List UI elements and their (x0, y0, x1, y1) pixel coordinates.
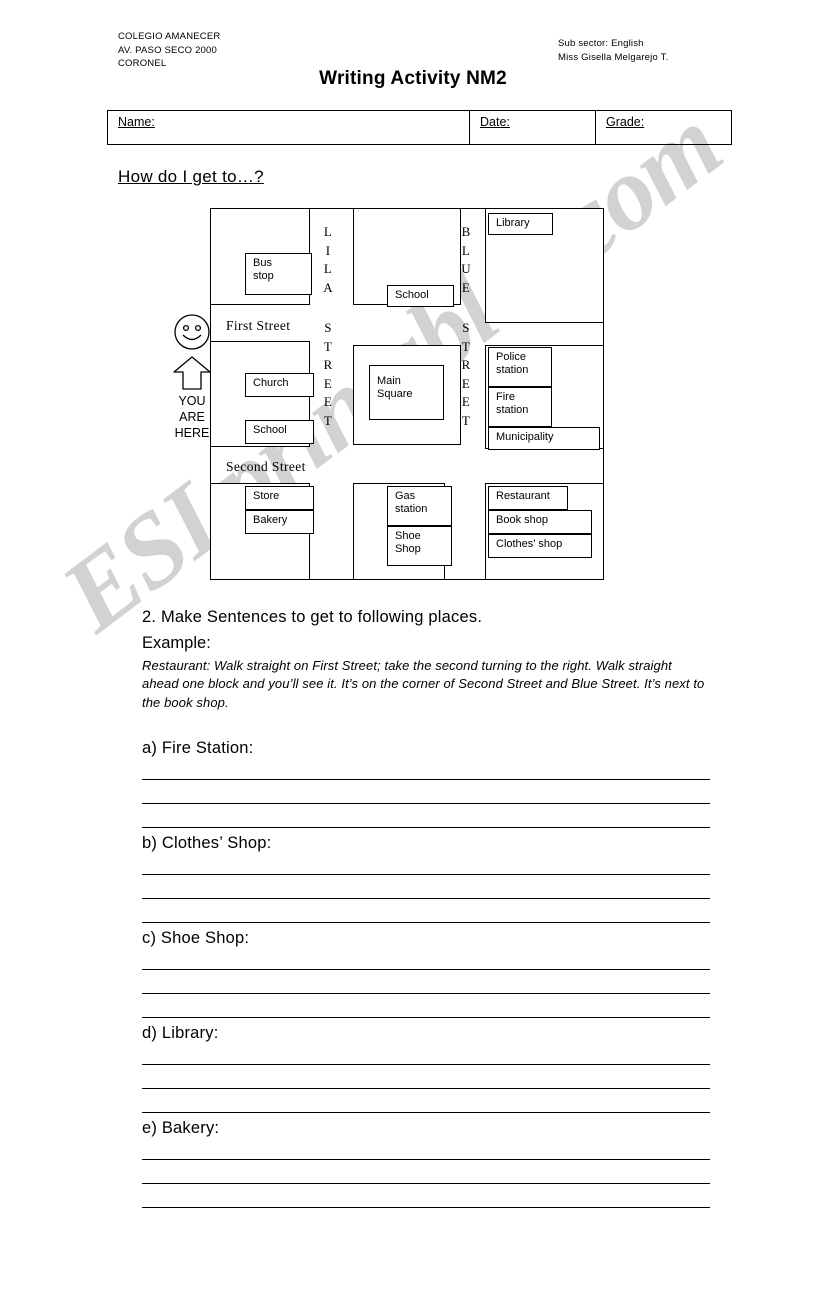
student-info-table: Name: Date: Grade: (107, 110, 732, 145)
street-blue-name: B L U E (461, 224, 471, 295)
place-bakery[interactable]: Bakery (245, 510, 314, 534)
question-label-e: e) Bakery: (142, 1119, 220, 1137)
place-clothes-shop[interactable]: Clothes’ shop (488, 534, 592, 558)
answer-line-a-2[interactable] (142, 803, 710, 804)
street-label-lila-suffix: S T R E E T (320, 319, 336, 431)
school-name: COLEGIO AMANECER (118, 31, 221, 42)
exercise-instruction: 2. Make Sentences to get to following pl… (142, 608, 483, 626)
answer-line-c-3[interactable] (142, 1017, 710, 1018)
question-label-c: c) Shoe Shop: (142, 929, 250, 947)
question-label-b: b) Clothes’ Shop: (142, 834, 272, 852)
place-school-top[interactable]: School (387, 285, 454, 307)
place-municipality[interactable]: Municipality (488, 427, 600, 450)
answer-line-d-1[interactable] (142, 1064, 710, 1065)
school-street: AV. PASO SECO 2000 (118, 44, 218, 56)
street-label-blue-suffix: S T R E E T (458, 319, 474, 431)
place-gas-station[interactable]: Gas station (387, 486, 452, 526)
place-school-mid[interactable]: School (245, 420, 314, 444)
example-text: Restaurant: Walk straight on First Stree… (142, 658, 705, 710)
name-label: Name: (118, 115, 155, 129)
place-book-shop[interactable]: Book shop (488, 510, 592, 534)
street-label-second: Second Street (226, 459, 306, 474)
street-label-lila: L I L A (320, 223, 336, 297)
date-field[interactable]: Date: (470, 111, 596, 144)
question-label-a: a) Fire Station: (142, 739, 254, 757)
answer-line-b-3[interactable] (142, 922, 710, 923)
answer-line-c-2[interactable] (142, 993, 710, 994)
answer-line-b-2[interactable] (142, 898, 710, 899)
teacher-name: Miss Gisella Melgarejo T. (558, 52, 669, 63)
place-police-station[interactable]: Police station (488, 347, 552, 387)
street-lila-suffix: S T R E E T (323, 320, 333, 428)
answer-line-b-1[interactable] (142, 874, 710, 875)
answer-line-e-1[interactable] (142, 1159, 710, 1160)
sub-sector: Sub sector: English (558, 38, 644, 49)
street-label-blue: B L U E (458, 223, 474, 297)
worksheet-page: COLEGIO AMANECER AV. PASO SECO 2000 CORO… (0, 0, 826, 1299)
place-bus-stop[interactable]: Bus stop (245, 253, 312, 295)
place-store[interactable]: Store (245, 486, 314, 510)
answer-line-d-3[interactable] (142, 1112, 710, 1113)
page-title: Writing Activity NM2 (319, 68, 507, 89)
example-label: Example: (142, 634, 211, 652)
street-label-first: First Street (226, 318, 291, 333)
street-blue-suffix: S T R E E T (461, 320, 471, 428)
grade-label: Grade: (606, 115, 645, 129)
answer-line-a-1[interactable] (142, 779, 710, 780)
answer-line-e-3[interactable] (142, 1207, 710, 1208)
up-arrow-icon (173, 356, 211, 390)
smiley-face-icon (174, 314, 210, 350)
name-field[interactable]: Name: (108, 111, 470, 144)
date-label: Date: (480, 115, 510, 129)
grade-field[interactable]: Grade: (596, 111, 731, 144)
place-library[interactable]: Library (488, 213, 553, 235)
answer-line-a-3[interactable] (142, 827, 710, 828)
place-fire-station[interactable]: Fire station (488, 387, 552, 427)
place-church[interactable]: Church (245, 373, 314, 397)
place-main-square[interactable]: Main Square (369, 365, 444, 420)
place-shoe-shop[interactable]: Shoe Shop (387, 526, 452, 566)
school-address-block: COLEGIO AMANECER AV. PASO SECO 2000 CORO… (118, 30, 220, 71)
answer-line-d-2[interactable] (142, 1088, 710, 1089)
prompt-heading: How do I get to…? (118, 167, 264, 186)
answer-line-e-2[interactable] (142, 1183, 710, 1184)
street-lila-name: L I L A (323, 224, 333, 295)
you-are-here-marker: YOU ARE HERE (168, 313, 216, 441)
question-label-d: d) Library: (142, 1024, 219, 1042)
city-map-diagram: YOU ARE HERE Bus stop School Library Chu… (168, 205, 618, 587)
answer-line-c-1[interactable] (142, 969, 710, 970)
you-are-here-label: YOU ARE HERE (174, 394, 210, 440)
subject-teacher-block: Sub sector: English Miss Gisella Melgare… (558, 37, 668, 65)
place-restaurant[interactable]: Restaurant (488, 486, 568, 510)
